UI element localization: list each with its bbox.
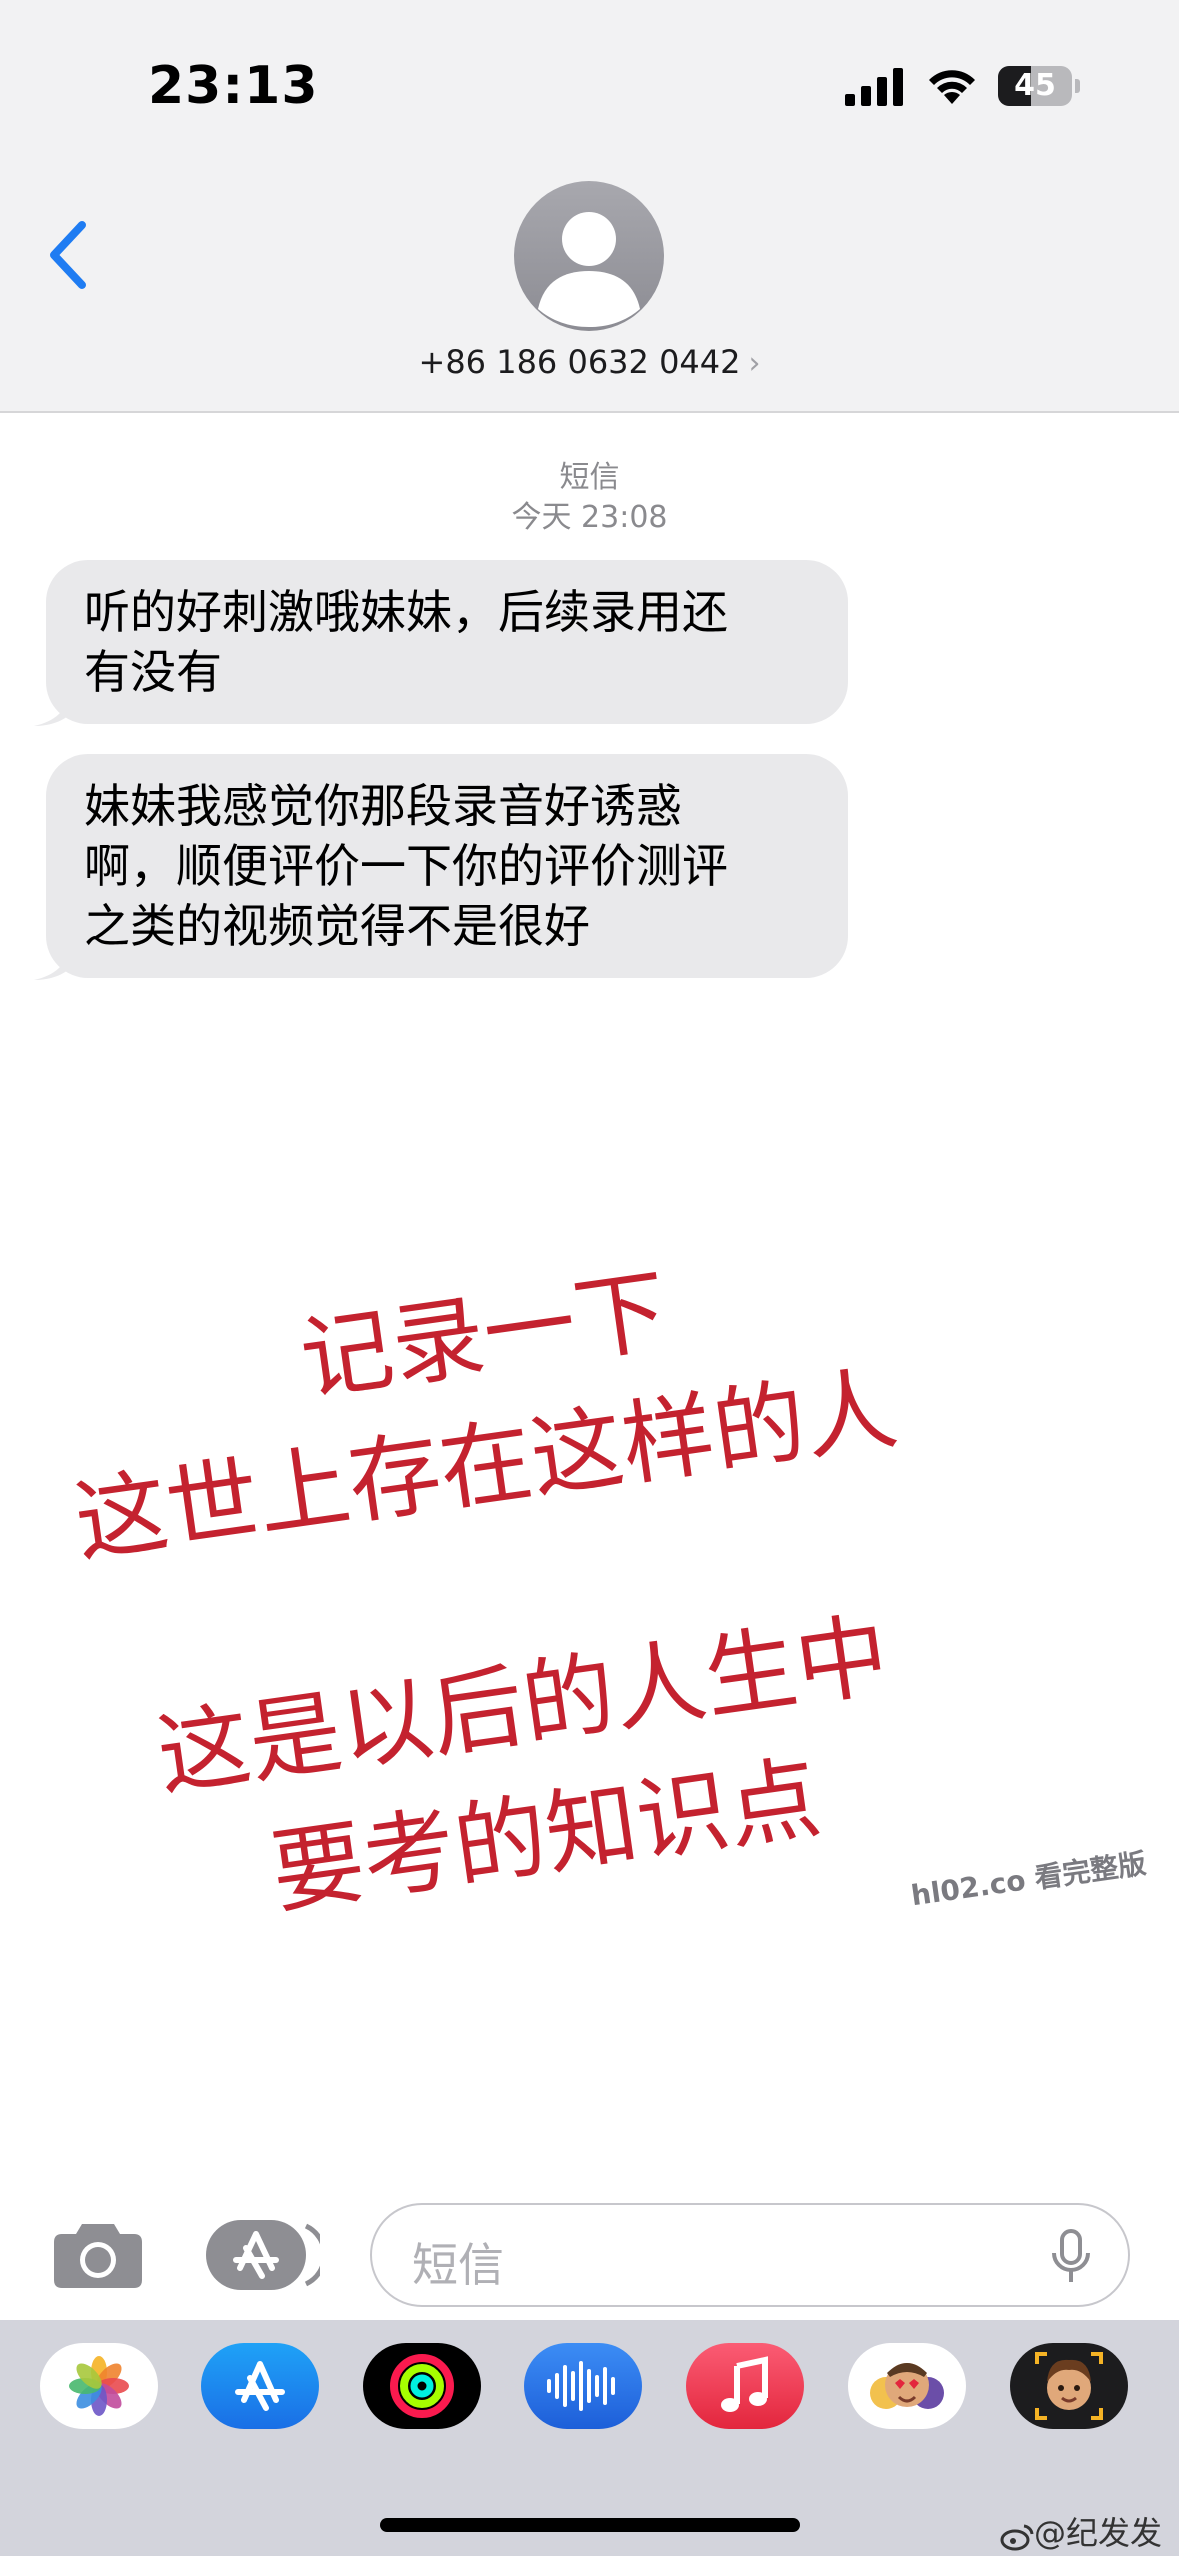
battery-percentage: 45 bbox=[1014, 68, 1056, 103]
memoji-icon[interactable] bbox=[1010, 2343, 1128, 2429]
message-input[interactable]: 短信 bbox=[370, 2203, 1130, 2307]
camera-icon[interactable] bbox=[52, 2218, 144, 2290]
cellular-signal-icon bbox=[845, 68, 903, 106]
message-line: 啊，顺便评价一下你的评价测评 bbox=[84, 839, 728, 893]
activity-icon[interactable] bbox=[363, 2343, 481, 2429]
message-bubble[interactable]: 听的好刺激哦妹妹，后续录用还 有没有 bbox=[46, 560, 848, 724]
app-store-icon[interactable] bbox=[201, 2343, 319, 2429]
conversation-header: 23:13 45 +86 186 0632 0442 › bbox=[0, 0, 1179, 413]
service-label: 短信 bbox=[559, 460, 620, 495]
message-line: 听的好刺激哦妹妹，后续录用还 bbox=[84, 585, 728, 639]
home-indicator[interactable] bbox=[380, 2518, 800, 2532]
voice-memos-icon[interactable] bbox=[524, 2343, 642, 2429]
message-line: 有没有 bbox=[84, 645, 222, 699]
wifi-icon bbox=[929, 70, 975, 104]
weibo-handle: @纪发发 bbox=[1034, 2514, 1163, 2552]
music-icon[interactable] bbox=[686, 2343, 804, 2429]
message-bubble[interactable]: 妹妹我感觉你那段录音好诱惑 啊，顺便评价一下你的评价测评 之类的视频觉得不是很好 bbox=[46, 754, 848, 978]
message-line: 妹妹我感觉你那段录音好诱惑 bbox=[84, 779, 682, 833]
bubble-tail bbox=[34, 692, 70, 726]
weibo-watermark: @纪发发 bbox=[1000, 2508, 1162, 2554]
thread-timestamp: 今天 23:08 bbox=[511, 500, 668, 535]
back-chevron-icon[interactable] bbox=[40, 215, 100, 295]
site-watermark: hl02.co 看完整版 bbox=[909, 1846, 1149, 1913]
contact-name[interactable]: +86 186 0632 0442 › bbox=[0, 343, 1179, 381]
photos-icon[interactable] bbox=[40, 2343, 158, 2429]
person-silhouette-icon bbox=[538, 212, 640, 327]
chevron-right-icon: › bbox=[748, 346, 761, 381]
app-store-apps-icon[interactable] bbox=[206, 2218, 320, 2292]
weibo-logo-icon bbox=[1000, 2521, 1034, 2551]
bubble-tail bbox=[34, 946, 70, 980]
battery-indicator: 45 bbox=[998, 66, 1080, 106]
contact-phone-number: +86 186 0632 0442 bbox=[418, 343, 741, 381]
message-line: 之类的视频觉得不是很好 bbox=[84, 899, 590, 953]
microphone-icon[interactable] bbox=[1050, 2229, 1092, 2285]
message-input-placeholder: 短信 bbox=[412, 2238, 504, 2292]
contact-avatar[interactable] bbox=[514, 181, 664, 331]
status-time: 23:13 bbox=[148, 56, 319, 116]
memoji-stickers-icon[interactable] bbox=[848, 2343, 966, 2429]
